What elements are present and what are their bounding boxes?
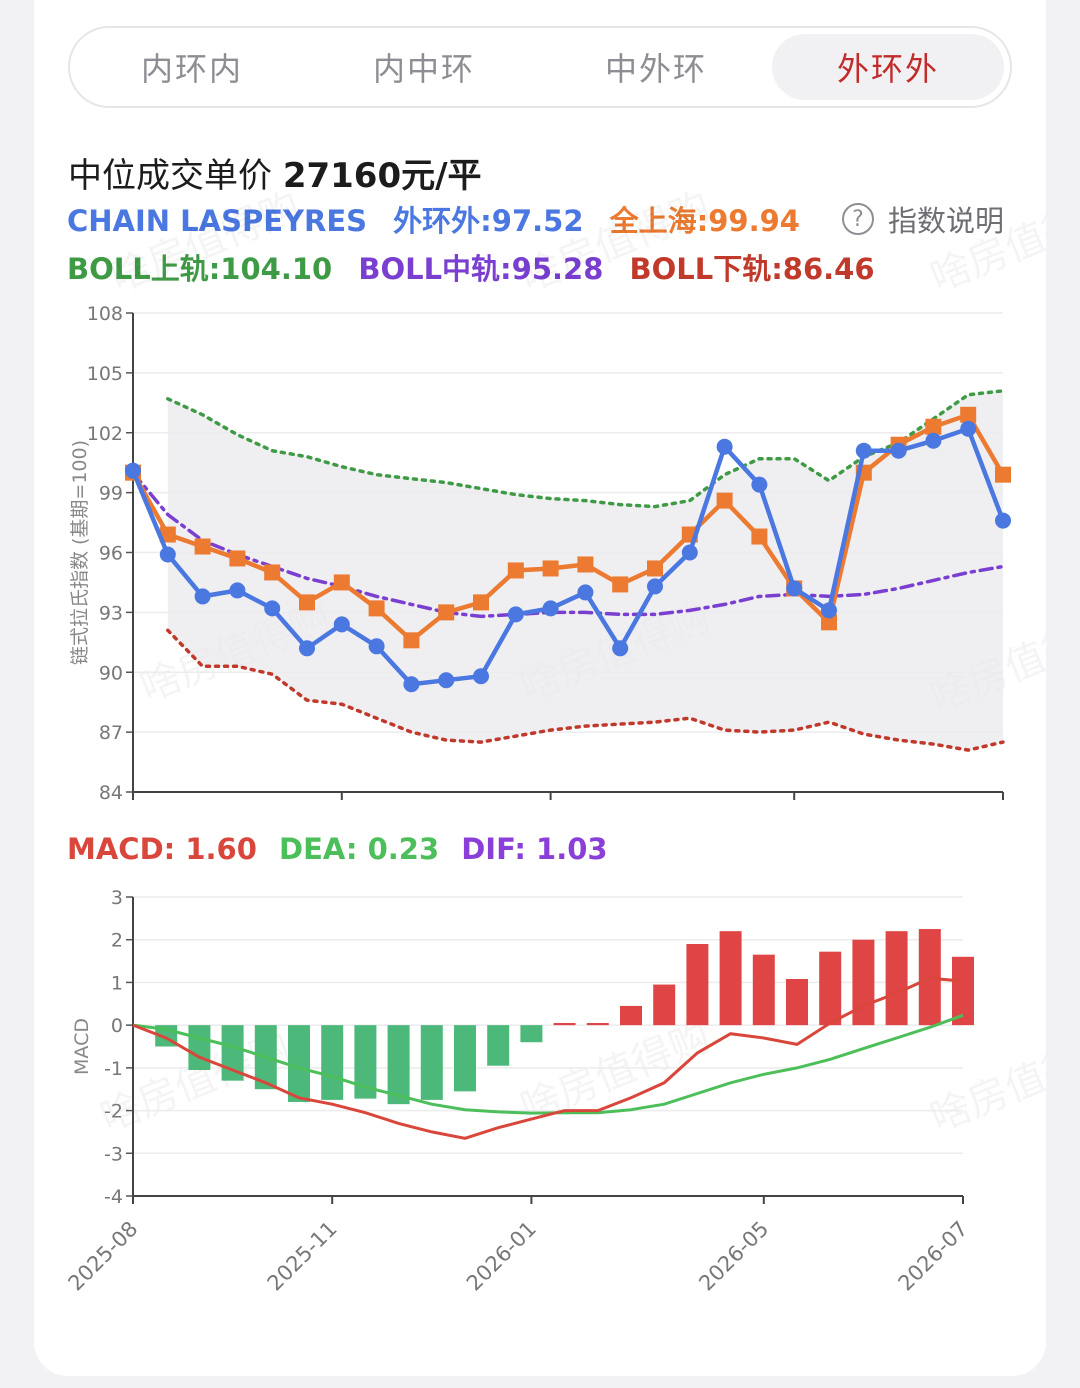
macd-bar xyxy=(520,1025,543,1043)
x-tick-label: 2025-08 xyxy=(64,1217,143,1296)
macd-bar xyxy=(653,984,676,1026)
ring-point xyxy=(264,600,281,617)
y-tick-label: 87 xyxy=(99,722,123,744)
y-tick-label: 1 xyxy=(111,972,123,994)
macd-bar xyxy=(852,939,875,1026)
ring-point xyxy=(125,462,141,479)
x-tick-label: 2026-07 xyxy=(894,1217,973,1296)
ring-point xyxy=(681,544,698,561)
x-tick-label: 2026-01 xyxy=(462,1217,541,1296)
x-tick-label: 2026-05 xyxy=(694,1217,773,1296)
y-axis-label: 链式拉氏指数 (基期=100) xyxy=(69,440,91,665)
y-tick-label: 90 xyxy=(99,662,123,684)
macd-bar xyxy=(786,979,808,1026)
y-axis-label: MACD xyxy=(71,1018,93,1075)
shanghai-point xyxy=(229,550,246,567)
ring-point xyxy=(995,512,1011,529)
y-tick-label: 105 xyxy=(87,363,123,385)
shanghai-point xyxy=(299,594,315,611)
y-tick-label: 108 xyxy=(87,303,123,325)
ring-point xyxy=(577,584,594,601)
ring-point xyxy=(333,616,350,633)
shanghai-point xyxy=(577,556,594,573)
index-charts: 108 105 102 99 96 93 90 87 84 链式拉氏指数 (基期=100) 3 2 1 0… xyxy=(64,303,1011,1296)
y-tick-label: 102 xyxy=(87,423,123,445)
shanghai-point xyxy=(368,600,385,617)
macd-bar xyxy=(487,1025,510,1066)
macd-bar xyxy=(719,931,742,1026)
ring-point xyxy=(855,442,872,459)
shanghai-point xyxy=(507,562,524,579)
y-tick-label: 84 xyxy=(99,782,123,804)
macd-bar xyxy=(686,943,709,1026)
shanghai-point xyxy=(333,574,350,591)
shanghai-point xyxy=(542,560,559,577)
y-tick-label: -4 xyxy=(104,1186,123,1208)
ring-point xyxy=(507,606,524,623)
macd-bar xyxy=(454,1025,476,1092)
y-tick-label: 3 xyxy=(111,887,123,909)
ring-point xyxy=(473,668,489,685)
shanghai-point xyxy=(612,576,629,593)
macd-bar xyxy=(620,1005,642,1026)
ring-point xyxy=(612,640,629,657)
ring-point xyxy=(368,638,385,655)
shanghai-point xyxy=(403,632,420,649)
ring-point xyxy=(716,438,733,455)
ring-point xyxy=(194,588,211,605)
macd-bar xyxy=(553,1023,576,1026)
y-tick-label: -2 xyxy=(104,1101,123,1123)
y-tick-label: 2 xyxy=(111,930,123,952)
y-tick-label: -1 xyxy=(104,1058,123,1080)
macd-bar xyxy=(420,1025,443,1100)
ring-point xyxy=(960,420,977,437)
shanghai-point xyxy=(716,492,733,509)
macd-bar xyxy=(321,1025,344,1100)
ring-point xyxy=(299,640,315,657)
y-tick-label: 93 xyxy=(99,602,123,624)
macd-bar xyxy=(819,951,842,1026)
ring-point xyxy=(890,442,907,459)
y-tick-label: 0 xyxy=(111,1015,123,1037)
y-tick-label: 99 xyxy=(99,483,123,505)
shanghai-point xyxy=(995,466,1011,483)
shanghai-point xyxy=(960,406,977,423)
macd-bar xyxy=(752,954,775,1026)
y-tick-label: -3 xyxy=(104,1143,123,1165)
shanghai-point xyxy=(438,604,455,621)
x-tick-label: 2025-11 xyxy=(263,1217,342,1296)
ring-point xyxy=(786,580,803,597)
ring-point xyxy=(229,582,246,599)
shanghai-point xyxy=(264,564,281,581)
macd-bar xyxy=(288,1025,310,1103)
shanghai-point xyxy=(925,418,942,435)
macd-bar xyxy=(586,1023,609,1026)
macd-bar xyxy=(188,1025,211,1070)
ring-point xyxy=(159,546,176,563)
shanghai-point xyxy=(751,528,768,545)
ring-point xyxy=(542,600,559,617)
shanghai-point xyxy=(473,594,489,611)
ring-point xyxy=(438,672,455,689)
ring-point xyxy=(925,432,942,449)
macd-bar xyxy=(885,931,908,1026)
macd-bar xyxy=(952,956,974,1026)
ring-point xyxy=(403,676,420,693)
shanghai-point xyxy=(647,560,663,577)
shanghai-point xyxy=(194,538,211,555)
ring-point xyxy=(821,602,837,619)
y-tick-label: 96 xyxy=(99,543,123,565)
ring-point xyxy=(647,578,663,595)
ring-point xyxy=(751,476,768,493)
